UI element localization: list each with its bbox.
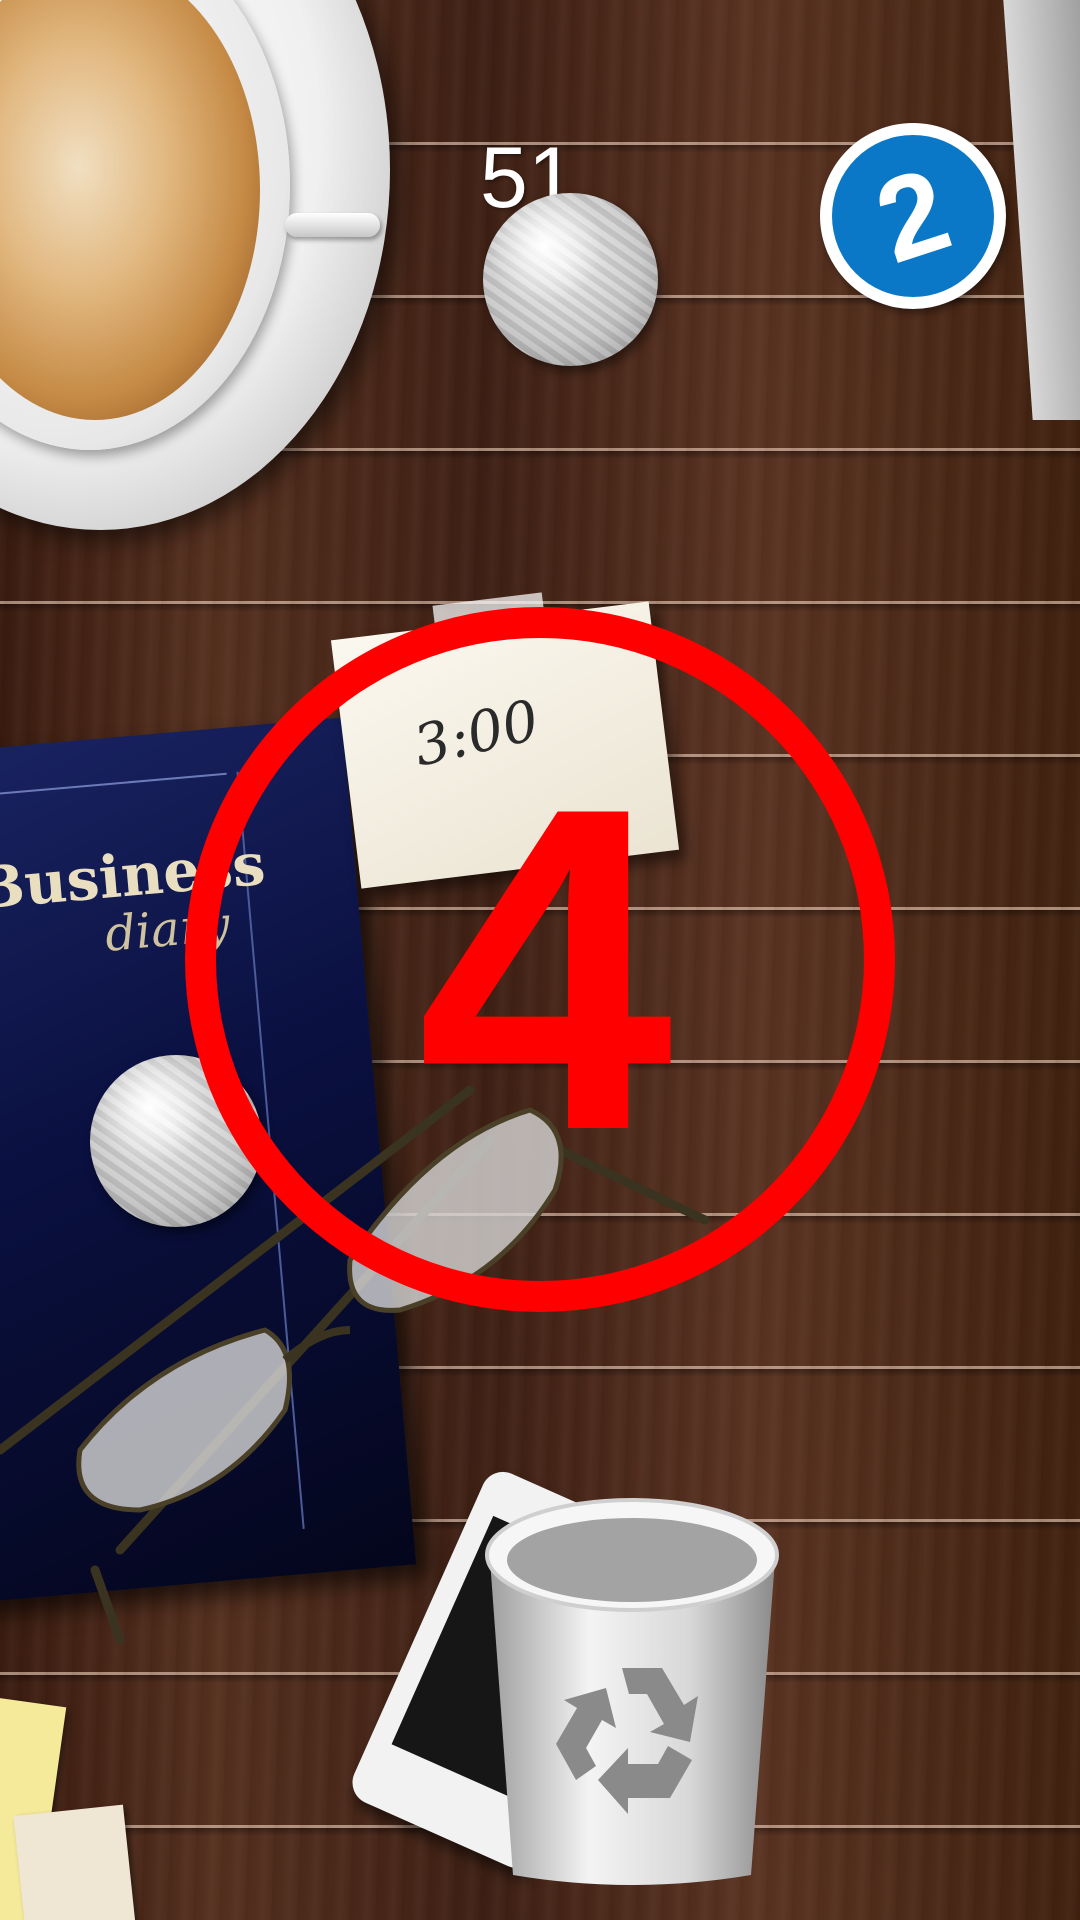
- desk-background: Business diary 3:00 51 2 4: [0, 0, 1080, 1920]
- circled-number-icon: 2: [832, 135, 994, 297]
- paper-ball-icon[interactable]: [483, 193, 658, 366]
- diary-border-line: [0, 772, 227, 803]
- level-number: 2: [861, 143, 965, 289]
- hint-number: 4: [417, 713, 673, 1226]
- white-sticky-note: [13, 1804, 137, 1920]
- recycle-bin-icon[interactable]: [485, 1490, 780, 1890]
- level-badge[interactable]: 2: [820, 123, 1006, 309]
- cup-handle: [285, 213, 380, 237]
